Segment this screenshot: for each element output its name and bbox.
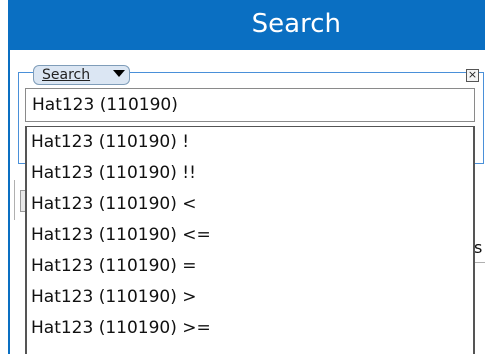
- search-mode-label: Search: [42, 67, 91, 83]
- autocomplete-list: Hat123 (110190) ! Hat123 (110190) !! Hat…: [25, 126, 475, 354]
- autocomplete-option[interactable]: Hat123 (110190) =: [27, 251, 473, 282]
- background-label-fragment: s: [474, 238, 483, 257]
- autocomplete-option[interactable]: Hat123 (110190) <=: [27, 220, 473, 251]
- search-input[interactable]: [25, 88, 475, 122]
- autocomplete-option[interactable]: Hat123 (110190) !!: [27, 158, 473, 189]
- autocomplete-option[interactable]: Hat123 (110190) <: [27, 189, 473, 220]
- close-icon[interactable]: ×: [466, 69, 479, 82]
- autocomplete-option[interactable]: Hat123 (110190) >: [27, 282, 473, 313]
- chevron-down-icon: [113, 70, 125, 77]
- search-window: Search Search × s Hat123 (110190) ! Hat1…: [0, 0, 485, 354]
- search-mode-dropdown[interactable]: Search: [33, 65, 130, 85]
- left-border: [8, 50, 10, 354]
- background-divider: [474, 262, 485, 263]
- header-bar: Search: [8, 0, 485, 50]
- autocomplete-option[interactable]: Hat123 (110190) !: [27, 127, 473, 158]
- page-title: Search: [251, 9, 341, 39]
- autocomplete-option[interactable]: Hat123 (110190) >=: [27, 313, 473, 344]
